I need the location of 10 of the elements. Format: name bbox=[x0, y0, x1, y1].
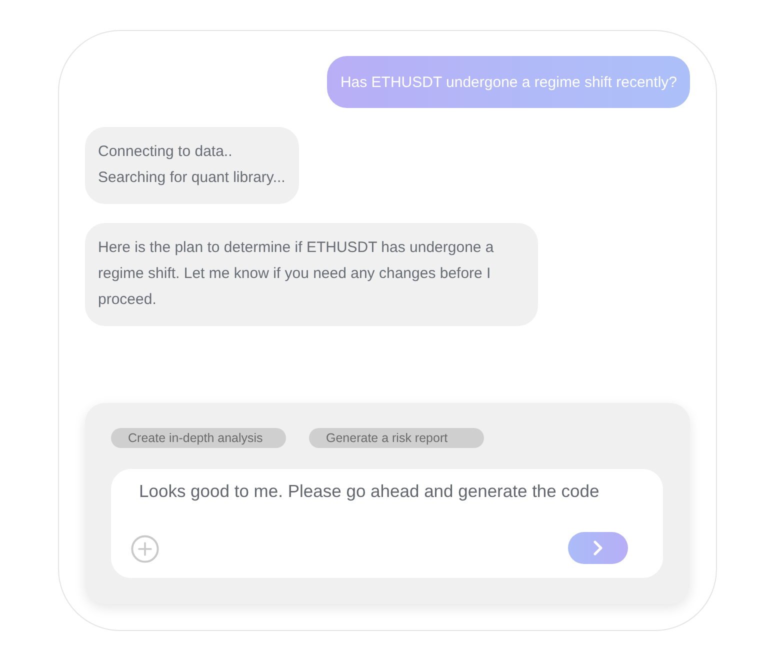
suggestion-chip[interactable]: Create in-depth analysis bbox=[111, 428, 286, 448]
send-button[interactable] bbox=[568, 532, 628, 564]
plus-circle-icon[interactable] bbox=[131, 535, 159, 563]
message-text: Connecting to data.. bbox=[98, 142, 234, 162]
message-text: Here is the plan to determine if ETHUSDT has undergone a regime shift. Let me know if you need any changes before I proceed. bbox=[98, 238, 495, 310]
message-input[interactable]: Looks good to me. Please go ahead and generate the code bbox=[131, 478, 628, 504]
chevron-right-icon bbox=[593, 540, 603, 556]
message-text: Searching for quant library... bbox=[98, 168, 286, 188]
message-text: Has ETHUSDT undergone a regime shift recently? bbox=[340, 74, 677, 90]
suggestion-chip[interactable]: Generate a risk report bbox=[309, 428, 484, 448]
